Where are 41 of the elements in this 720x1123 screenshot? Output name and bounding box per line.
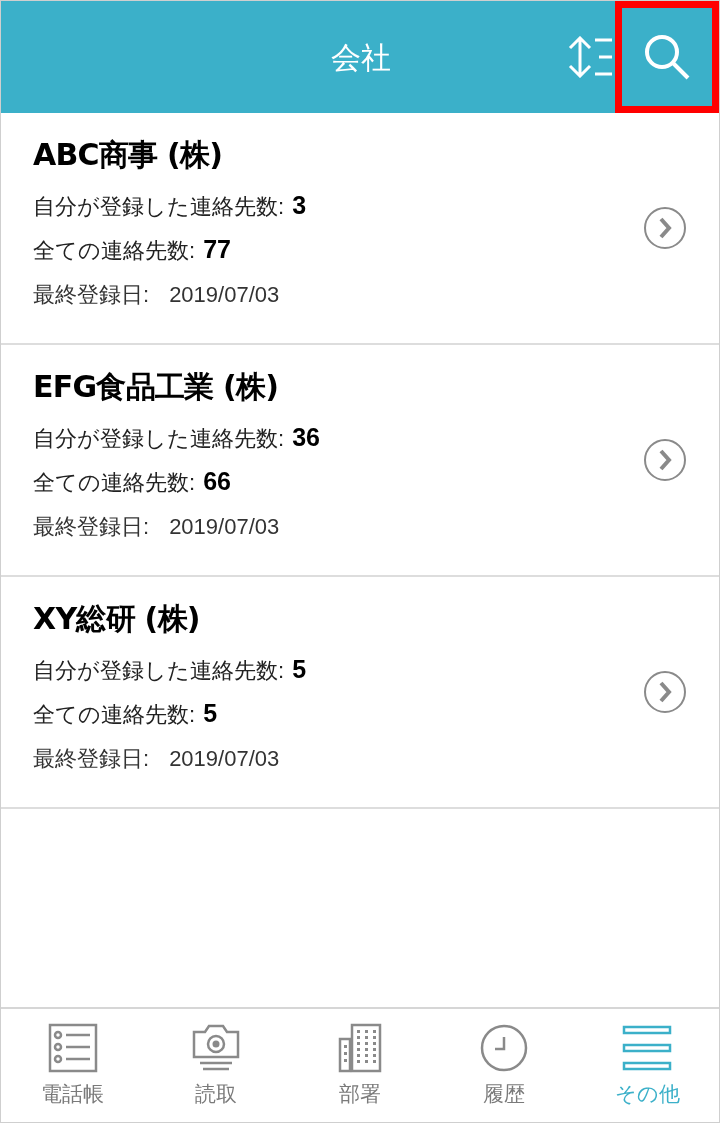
- total-contacts-label: 全ての連絡先数:: [33, 700, 196, 729]
- search-button[interactable]: [615, 1, 719, 113]
- own-contacts-count: 5: [292, 654, 307, 686]
- chevron-circle-icon: [643, 206, 687, 250]
- own-contacts-count: 36: [292, 422, 320, 454]
- last-registered-date: 2019/07/03: [169, 512, 280, 541]
- last-registered-label: 最終登録日:: [33, 744, 150, 773]
- menu-icon: [622, 1024, 673, 1071]
- company-name: EFG食品工業 (株): [33, 372, 280, 402]
- clock-icon: [478, 1022, 529, 1073]
- company-card[interactable]: EFG食品工業 (株) 自分が登録した連絡先数: 36 全ての連絡先数: 66 最終登録日: 2019/07/03: [1, 345, 719, 577]
- company-card[interactable]: XY総研 (株) 自分が登録した連絡先数: 5 全ての連絡先数: 5 最終登録日: 2019/07/03: [1, 577, 719, 809]
- nav-tab[interactable]: その他: [575, 1009, 719, 1122]
- last-registered-label: 最終登録日:: [33, 280, 150, 309]
- own-contacts-label: 自分が登録した連絡先数:: [33, 424, 285, 453]
- total-contacts-label: 全ての連絡先数:: [33, 468, 196, 497]
- sort-icon: [567, 36, 613, 78]
- header-title: 会社: [330, 39, 392, 76]
- total-contacts-count: 5: [203, 698, 218, 730]
- list-icon: [47, 1022, 98, 1073]
- total-contacts-label: 全ての連絡先数:: [33, 236, 196, 265]
- total-contacts-count: 66: [203, 466, 231, 498]
- nav-tab[interactable]: 電話帳: [1, 1009, 145, 1122]
- last-registered-label: 最終登録日:: [33, 512, 150, 541]
- search-icon: [643, 33, 691, 81]
- last-registered-date: 2019/07/03: [169, 744, 280, 773]
- chevron-circle-icon: [643, 670, 687, 714]
- total-contacts-count: 77: [203, 234, 231, 266]
- nav-tab[interactable]: 履歴: [431, 1009, 576, 1122]
- own-contacts-label: 自分が登録した連絡先数:: [33, 656, 285, 685]
- chevron-circle-icon: [643, 438, 687, 482]
- company-card[interactable]: ABC商事 (株) 自分が登録した連絡先数: 3 全ての連絡先数: 77 最終登録日: 2019/07/03: [1, 113, 719, 345]
- last-registered-date: 2019/07/03: [169, 280, 280, 309]
- company-name: XY総研 (株): [33, 604, 201, 634]
- nav-tab[interactable]: 読取: [144, 1009, 289, 1122]
- own-contacts-label: 自分が登録した連絡先数:: [33, 192, 285, 221]
- nav-tab[interactable]: 部署: [288, 1009, 432, 1122]
- company-name: ABC商事 (株): [33, 140, 224, 170]
- own-contacts-count: 3: [292, 190, 307, 222]
- building-icon: [338, 1022, 382, 1073]
- camera-icon: [191, 1022, 242, 1073]
